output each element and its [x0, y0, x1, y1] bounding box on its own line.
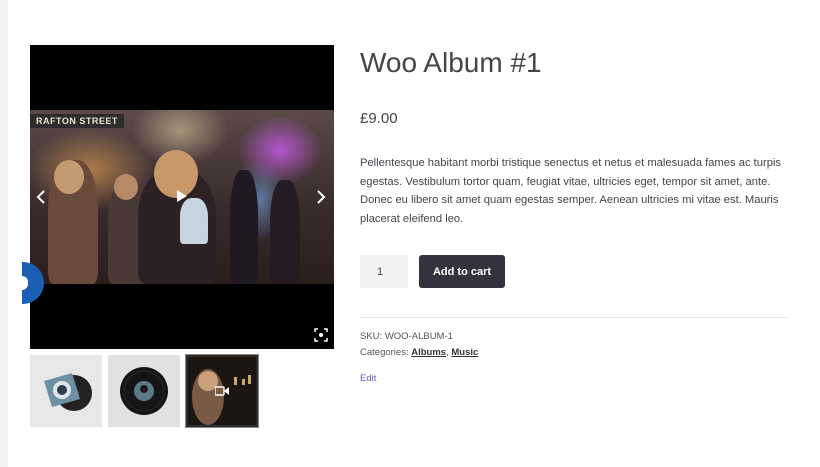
category-link-music[interactable]: Music: [451, 347, 478, 358]
album-cover-icon: [44, 373, 92, 411]
street-sign-text: RAFTON STREET: [30, 114, 124, 128]
sku-label: SKU:: [360, 331, 383, 342]
product-gallery: RAFTON STREET: [30, 45, 334, 349]
figure-head: [114, 174, 138, 200]
product-title: Woo Album #1: [360, 47, 542, 78]
category-link-albums[interactable]: Albums: [411, 347, 446, 358]
gallery-thumbnails: [30, 354, 334, 428]
play-icon[interactable]: [177, 190, 187, 202]
fullscreen-zoom-icon[interactable]: [314, 328, 328, 342]
previous-arrow-icon[interactable]: [36, 190, 46, 204]
figure-shirt: [180, 198, 208, 244]
meta-divider: [360, 317, 790, 318]
page-edge-strip: [0, 0, 8, 467]
figure-person: [230, 170, 258, 284]
next-arrow-icon[interactable]: [316, 190, 326, 204]
vinyl-record-thumbnail[interactable]: [108, 355, 180, 427]
edit-product-link[interactable]: Edit: [360, 373, 376, 384]
product-sku: SKU: WOO-ALBUM-1: [360, 331, 453, 342]
figure-head: [154, 150, 198, 198]
figure-head: [54, 160, 84, 194]
main-video-player[interactable]: RAFTON STREET: [30, 45, 334, 349]
categories-label: Categories:: [360, 347, 409, 358]
add-to-cart-button[interactable]: Add to cart: [419, 255, 505, 288]
vinyl-record-icon: [120, 367, 168, 415]
product-short-description: Pellentesque habitant morbi tristique se…: [360, 157, 782, 225]
video-camera-icon: [215, 386, 229, 396]
product-categories: Categories: Albums, Music: [360, 347, 478, 358]
quantity-input[interactable]: [360, 255, 408, 288]
album-cover-thumbnail[interactable]: [30, 355, 102, 427]
video-thumbnail[interactable]: [185, 354, 259, 428]
product-price: £9.00: [360, 110, 398, 127]
sku-value: WOO-ALBUM-1: [384, 331, 453, 342]
figure-person: [270, 180, 300, 284]
